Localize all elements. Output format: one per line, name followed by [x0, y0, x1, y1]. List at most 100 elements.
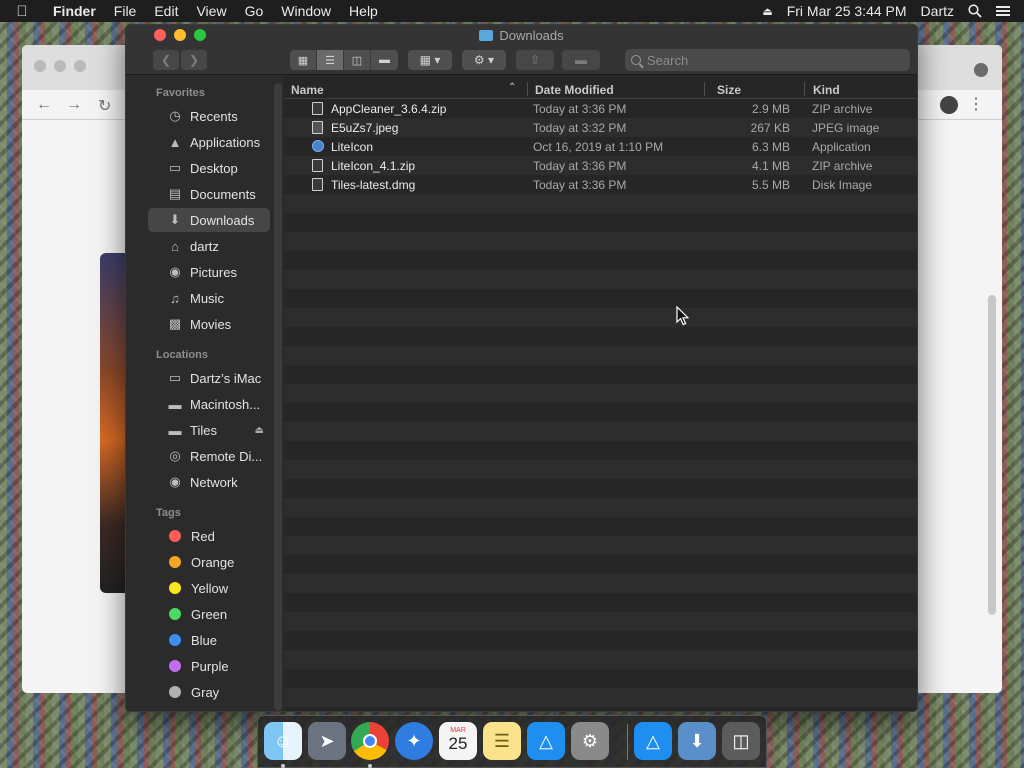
apple-menu-icon[interactable]: : [0, 3, 44, 20]
clock[interactable]: Fri Mar 25 3:44 PM: [787, 3, 907, 19]
menu-edit[interactable]: Edit: [145, 3, 187, 19]
app-store-icon[interactable]: △: [527, 722, 565, 760]
column-view-icon[interactable]: ◫: [344, 50, 371, 70]
profile-avatar-icon[interactable]: [940, 96, 958, 114]
finder-dock-icon[interactable]: ☺: [264, 722, 302, 760]
column-header-name[interactable]: Name: [291, 83, 324, 97]
sidebar-section-favorites: Favorites: [156, 87, 205, 99]
sidebar-tag-orange[interactable]: Orange: [148, 550, 270, 574]
file-row[interactable]: Tiles-latest.dmg Today at 3:36 PM 5.5 MB…: [284, 175, 917, 194]
back-arrow-icon[interactable]: ←: [36, 96, 52, 114]
sidebar-item-label: Orange: [191, 554, 235, 570]
safari-compass-icon[interactable]: ✦: [395, 722, 433, 760]
reload-icon[interactable]: ↻: [98, 96, 111, 116]
eject-icon[interactable]: ⏏: [255, 425, 264, 436]
menu-view[interactable]: View: [187, 3, 235, 19]
desktop-icon: ▭: [168, 160, 182, 175]
user-menu[interactable]: Dartz: [921, 3, 954, 19]
browser-close-button[interactable]: [34, 60, 46, 72]
sidebar-tag-purple[interactable]: Purple: [148, 654, 270, 678]
menu-bar:  Finder File Edit View Go Window Help ⏏…: [0, 0, 1024, 22]
sidebar-item-imac[interactable]: ▭ Dartz’s iMac: [148, 366, 270, 390]
search-input[interactable]: [647, 52, 887, 68]
file-row[interactable]: LiteIcon_4.1.zip Today at 3:36 PM 4.1 MB…: [284, 156, 917, 175]
sort-ascending-icon[interactable]: ⌃: [508, 82, 516, 93]
sidebar-item-pictures[interactable]: ◉ Pictures: [148, 260, 270, 284]
sidebar-item-music[interactable]: ♫ Music: [148, 286, 270, 310]
sidebar-item-label: dartz: [190, 238, 219, 254]
file-row[interactable]: LiteIcon Oct 16, 2019 at 1:10 PM 6.3 MB …: [284, 137, 917, 156]
action-button[interactable]: ⚙ ▾: [462, 50, 506, 70]
menu-go[interactable]: Go: [236, 3, 273, 19]
sidebar-item-documents[interactable]: ▤ Documents: [148, 182, 270, 206]
downloads-stack-icon[interactable]: ⬇: [678, 722, 716, 760]
notes-icon[interactable]: ☰: [483, 722, 521, 760]
file-row[interactable]: AppCleaner_3.6.4.zip Today at 3:36 PM 2.…: [284, 99, 917, 118]
system-preferences-gear-icon[interactable]: ⚙: [571, 722, 609, 760]
sidebar-tag-red[interactable]: Red: [148, 524, 270, 548]
spotlight-search-icon[interactable]: [968, 4, 982, 18]
edit-tags-button[interactable]: ▬: [562, 50, 600, 70]
app-icon: [312, 140, 324, 152]
trash-icon[interactable]: ◫: [722, 722, 760, 760]
forward-arrow-icon[interactable]: →: [66, 96, 82, 114]
sidebar-item-label: Green: [191, 606, 228, 622]
share-button[interactable]: ⇧: [516, 50, 554, 70]
sidebar-item-downloads[interactable]: ⬇ Downloads: [148, 208, 270, 232]
sidebar-section-tags: Tags: [156, 507, 181, 519]
launchpad-icon[interactable]: ➤: [308, 722, 346, 760]
group-by-button[interactable]: ▦ ▾: [408, 50, 452, 70]
column-divider[interactable]: [704, 82, 705, 96]
image-file-icon: [312, 121, 323, 134]
sidebar-item-desktop[interactable]: ▭ Desktop: [148, 156, 270, 180]
column-header-kind[interactable]: Kind: [813, 83, 840, 97]
calendar-icon[interactable]: MAR 25: [439, 722, 477, 760]
search-field[interactable]: [625, 49, 910, 71]
icon-view-icon[interactable]: ▦: [290, 50, 317, 70]
file-name: AppCleaner_3.6.4.zip: [331, 102, 447, 116]
back-button[interactable]: ❮: [153, 50, 179, 70]
forward-button[interactable]: ❯: [181, 50, 207, 70]
browser-traffic-lights: [34, 60, 86, 72]
eject-icon[interactable]: ⏏: [762, 5, 772, 18]
file-row[interactable]: E5uZs7.jpeg Today at 3:32 PM 267 KB JPEG…: [284, 118, 917, 137]
more-options-icon[interactable]: ⋮: [968, 94, 984, 114]
download-icon: ⬇: [169, 212, 181, 227]
sidebar-tag-yellow[interactable]: Yellow: [148, 576, 270, 600]
computer-icon: ▭: [168, 370, 182, 385]
menu-window[interactable]: Window: [272, 3, 340, 19]
column-header-date-modified[interactable]: Date Modified: [535, 83, 614, 97]
browser-scrollbar[interactable]: [988, 295, 996, 615]
tab-search-icon[interactable]: [974, 63, 988, 77]
browser-maximize-button[interactable]: [74, 60, 86, 72]
sidebar-item-home[interactable]: ⌂ dartz: [148, 234, 270, 258]
sidebar-item-movies[interactable]: ▩ Movies: [148, 312, 270, 336]
sidebar-tag-gray[interactable]: Gray: [148, 680, 270, 704]
sidebar-item-macintosh-hd[interactable]: ▬ Macintosh...: [148, 392, 270, 416]
sidebar-item-network[interactable]: ◉ Network: [148, 470, 270, 494]
sidebar-tag-blue[interactable]: Blue: [148, 628, 270, 652]
menu-help[interactable]: Help: [340, 3, 387, 19]
notification-center-icon[interactable]: [996, 5, 1010, 17]
sidebar-scrollbar[interactable]: [274, 83, 282, 711]
column-divider[interactable]: [527, 82, 528, 96]
list-view-icon[interactable]: ☰: [317, 50, 344, 70]
sidebar-tag-green[interactable]: Green: [148, 602, 270, 626]
sidebar-item-remote-disc[interactable]: ◎ Remote Di...: [148, 444, 270, 468]
column-divider[interactable]: [804, 82, 805, 96]
menu-finder[interactable]: Finder: [44, 3, 105, 19]
chrome-icon[interactable]: [351, 722, 389, 760]
browser-minimize-button[interactable]: [54, 60, 66, 72]
sidebar-item-applications[interactable]: ▲ Applications: [148, 130, 270, 154]
menu-file[interactable]: File: [105, 3, 146, 19]
sidebar-item-recents[interactable]: ◷ Recents: [148, 104, 270, 128]
sidebar-section-locations: Locations: [156, 349, 208, 361]
sidebar-item-label: Gray: [191, 684, 220, 700]
file-size: 267 KB: [750, 121, 790, 135]
column-header-size[interactable]: Size: [717, 83, 741, 97]
gallery-view-icon[interactable]: ▬: [371, 50, 398, 70]
applications-icon: ▲: [168, 134, 182, 150]
app-store-download-icon[interactable]: △: [634, 722, 672, 760]
file-list: Name ⌃ Date Modified Size Kind AppCleane…: [284, 75, 917, 711]
sidebar-item-tiles[interactable]: ▬ Tiles ⏏: [148, 418, 270, 442]
